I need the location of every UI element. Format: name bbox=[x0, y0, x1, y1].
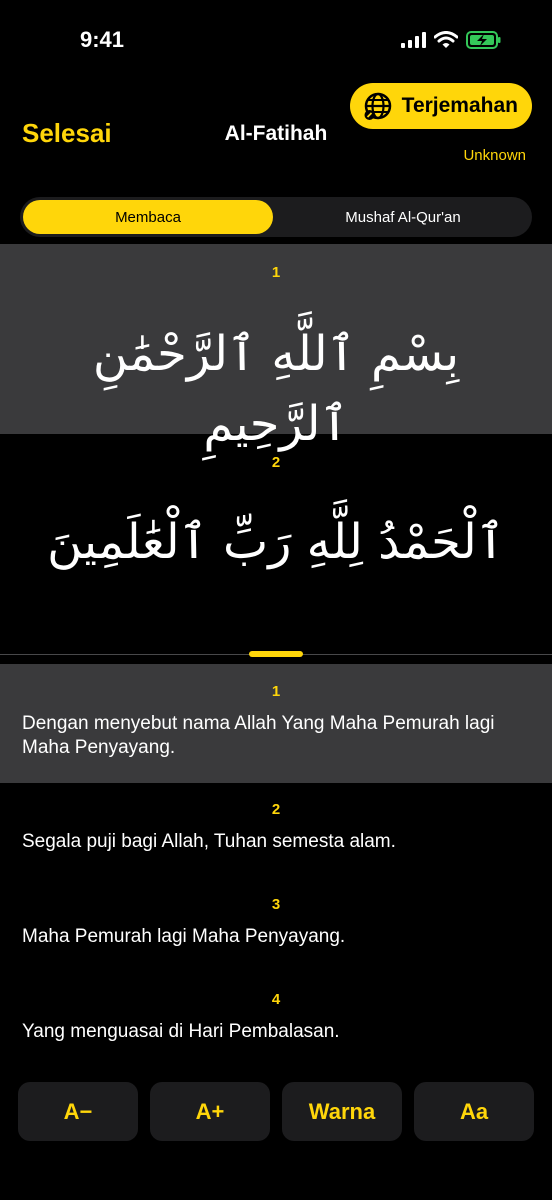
font-style-button[interactable]: Aa bbox=[414, 1082, 534, 1141]
verse-number: 2 bbox=[271, 454, 281, 471]
verse-number: 1 bbox=[271, 264, 281, 281]
translate-globe-icon bbox=[364, 92, 391, 120]
translation-text: Segala puji bagi Allah, Tuhan semesta al… bbox=[22, 831, 396, 852]
arabic-verse-text: ٱلْحَمْدُ لِلَّهِ رَبِّ ٱلْعَٰلَمِينَ bbox=[47, 514, 505, 570]
translator-name: Unknown bbox=[463, 147, 526, 164]
segment-mushaf[interactable]: Mushaf Al-Qur'an bbox=[276, 200, 530, 234]
translation-text: Dengan menyebut nama Allah Yang Maha Pem… bbox=[22, 713, 495, 758]
translation-item[interactable]: 2 Segala puji bagi Allah, Tuhan semesta … bbox=[0, 783, 552, 878]
resize-handle[interactable] bbox=[249, 651, 303, 657]
done-button[interactable]: Selesai bbox=[22, 118, 112, 149]
segment-reading[interactable]: Membaca bbox=[23, 200, 273, 234]
translation-list: 1 Dengan menyebut nama Allah Yang Maha P… bbox=[0, 664, 552, 1068]
decrease-font-button[interactable]: A− bbox=[18, 1082, 138, 1141]
translation-item[interactable]: 3 Maha Pemurah lagi Maha Penyayang. bbox=[0, 878, 552, 973]
translation-item[interactable]: 1 Dengan menyebut nama Allah Yang Maha P… bbox=[0, 664, 552, 783]
translation-button-label: Terjemahan bbox=[401, 94, 518, 117]
increase-font-button[interactable]: A+ bbox=[150, 1082, 270, 1141]
translation-text: Yang menguasai di Hari Pembalasan. bbox=[22, 1021, 340, 1042]
color-button[interactable]: Warna bbox=[282, 1082, 402, 1141]
arabic-verse-list: 1 بِسْمِ ٱللَّهِ ٱلرَّحْمَٰنِ ٱلرَّحِيمِ… bbox=[0, 244, 552, 634]
translation-item[interactable]: 4 Yang menguasai di Hari Pembalasan. bbox=[0, 973, 552, 1068]
translation-text: Maha Pemurah lagi Maha Penyayang. bbox=[22, 926, 346, 947]
status-icons bbox=[401, 30, 502, 50]
cellular-signal-icon bbox=[401, 32, 426, 48]
verse-number: 3 bbox=[271, 896, 281, 913]
arabic-verse[interactable]: 1 بِسْمِ ٱللَّهِ ٱلرَّحْمَٰنِ ٱلرَّحِيمِ bbox=[0, 244, 552, 452]
verse-number: 2 bbox=[271, 801, 281, 818]
arabic-verse-text: بِسْمِ ٱللَّهِ ٱلرَّحْمَٰنِ ٱلرَّحِيمِ bbox=[92, 326, 460, 452]
bottom-controls: A− A+ Warna Aa bbox=[18, 1082, 534, 1141]
verse-number: 4 bbox=[271, 991, 281, 1008]
navigation-bar: Selesai Al-Fatihah Terjemahan Unknown bbox=[0, 80, 552, 180]
view-mode-segmented-control: Membaca Mushaf Al-Qur'an bbox=[20, 197, 532, 237]
translation-button[interactable]: Terjemahan bbox=[349, 83, 532, 129]
status-time: 9:41 bbox=[80, 27, 125, 52]
verse-number: 1 bbox=[271, 683, 281, 700]
arabic-verse[interactable]: 2 ٱلْحَمْدُ لِلَّهِ رَبِّ ٱلْعَٰلَمِينَ bbox=[0, 434, 552, 634]
battery-charging-icon bbox=[466, 31, 501, 49]
status-bar: 9:41 bbox=[0, 0, 552, 80]
wifi-icon bbox=[434, 31, 458, 48]
